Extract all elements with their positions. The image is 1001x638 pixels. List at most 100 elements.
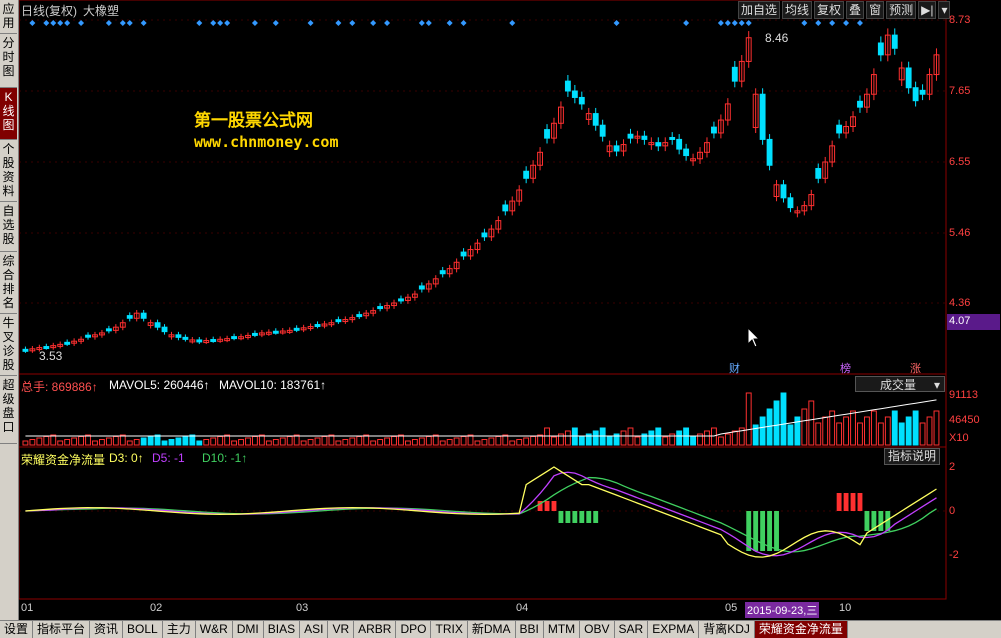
price-tick-3: 6.55 (949, 156, 971, 168)
toolbar-btn-5[interactable]: 预测 (886, 1, 917, 19)
marker-bang[interactable]: 榜 (838, 360, 853, 376)
diamond-marker-34 (815, 20, 822, 26)
chart-svg[interactable] (19, 0, 947, 620)
candle-72 (523, 170, 530, 179)
volume-bar-58 (425, 436, 432, 446)
side-tab-6[interactable]: 牛叉诊股 (0, 314, 17, 376)
bottom-tab-8[interactable]: ASI (300, 621, 329, 638)
volume-bar-22 (175, 437, 182, 446)
bottom-tab-10[interactable]: ARBR (354, 621, 397, 638)
toolbar-btn-0[interactable]: 加自选 (738, 1, 781, 19)
x-date-4: 05 (725, 602, 738, 614)
volume-bar-12 (105, 437, 112, 446)
indicator-bar-75 (544, 501, 550, 511)
indicator-bar-77 (558, 511, 564, 523)
side-tab-2[interactable]: K线图 (0, 88, 17, 140)
candle-63 (460, 251, 467, 257)
volume-bar-115 (822, 416, 829, 446)
diamond-marker-19 (370, 20, 377, 26)
volume-bar-35 (265, 440, 272, 446)
bottom-tab-7[interactable]: BIAS (264, 621, 301, 638)
toolbar-btn-2[interactable]: 复权 (814, 1, 845, 19)
volume-bar-53 (391, 436, 397, 446)
diamond-marker-1 (43, 20, 50, 26)
toolbar-btn-1[interactable]: 均线 (782, 1, 813, 19)
watermark-url: www.chnmoney.com (194, 133, 339, 151)
bottom-tab-14[interactable]: BBI (516, 621, 544, 638)
candle-129 (919, 89, 926, 95)
volume-bar-127 (905, 416, 912, 446)
candle-127 (905, 67, 912, 89)
bottom-tab-11[interactable]: DPO (396, 621, 432, 638)
candle-110 (787, 197, 794, 209)
diamond-marker-24 (460, 20, 467, 26)
side-tab-1[interactable]: 分时图 (0, 34, 17, 88)
bottom-tab-16[interactable]: OBV (580, 621, 615, 638)
volume-bar-17 (140, 437, 147, 446)
indicator-bar-118 (843, 493, 849, 511)
diamond-marker-36 (843, 20, 850, 26)
indicator-help-button[interactable]: 指标说明 (884, 448, 941, 465)
bottom-tab-13[interactable]: 新DMA (468, 621, 516, 638)
volume-indicator-select[interactable]: 成交量 ▾ (855, 376, 945, 392)
bottom-tab-18[interactable]: EXPMA (648, 621, 700, 638)
bottom-tab-15[interactable]: MTM (544, 621, 581, 638)
volume-bar-92 (662, 436, 669, 446)
volume-bar-52 (384, 437, 391, 446)
volume-bar-122 (870, 410, 877, 446)
bottom-tab-0[interactable]: 设置 (0, 621, 34, 638)
marker-zhang[interactable]: 涨 (908, 360, 923, 376)
candle-91 (655, 142, 662, 147)
candle-60 (439, 270, 446, 275)
candle-0 (22, 348, 29, 352)
volume-bar-48 (356, 436, 363, 446)
diamond-marker-31 (738, 20, 745, 26)
side-tab-3[interactable]: 个股资料 (0, 140, 17, 202)
volume-bar-109 (780, 392, 787, 446)
diamond-marker-14 (251, 20, 258, 26)
bottom-tab-9[interactable]: VR (328, 621, 355, 638)
bottom-tab-1[interactable]: 指标平台 (33, 621, 91, 638)
bottom-tab-4[interactable]: 主力 (163, 621, 196, 638)
candle-15 (126, 315, 133, 319)
diamond-marker-25 (509, 20, 516, 26)
bottom-tab-5[interactable]: W&R (196, 621, 233, 638)
toolbar-btn-3[interactable]: 叠 (846, 1, 865, 19)
toolbar-btn-4[interactable]: 窗 (866, 1, 885, 19)
volume-bar-27 (210, 437, 217, 446)
side-tab-4[interactable]: 自选股 (0, 202, 17, 252)
indicator-bar-79 (572, 511, 578, 523)
top-toolbar: 加自选 均线 复权叠窗预测 ▶| ▾ (738, 1, 951, 19)
candle-22 (175, 334, 182, 338)
price-current: 4.07 (949, 315, 971, 327)
indicator-bar-82 (593, 511, 599, 523)
candle-51 (377, 306, 384, 310)
bottom-tab-17[interactable]: SAR (615, 621, 649, 638)
bottom-tab-19[interactable]: 背离KDJ (699, 621, 755, 638)
bottom-tab-2[interactable]: 资讯 (90, 621, 124, 638)
x-date-5: 10 (839, 602, 852, 614)
bottom-tab-3[interactable]: BOLL (123, 621, 163, 638)
volume-bar-128 (912, 410, 919, 446)
indicator-bar-119 (850, 493, 856, 511)
volume-bar-15 (126, 440, 133, 446)
bottom-tab-6[interactable]: DMI (233, 621, 264, 638)
marker-cai[interactable]: 财 (727, 360, 742, 376)
volume-axis-top: 91113 (949, 389, 978, 401)
toolbar-btn-6[interactable]: ▶| (918, 1, 937, 19)
volume-bar-42 (314, 437, 321, 446)
side-tab-5[interactable]: 综合排名 (0, 252, 17, 314)
volume-bar-1 (29, 439, 36, 446)
price-tick-5: 4.36 (949, 297, 971, 309)
chart-area[interactable]: 日线(复权) 大橡塑 第一股票公式网 www.chnmoney.com 财 榜 … (19, 0, 947, 620)
volume-bar-102 (731, 430, 738, 446)
bottom-tab-20[interactable]: 荣耀资金净流量 (754, 621, 848, 638)
volume-bar-46 (342, 439, 349, 446)
candle-87 (627, 133, 634, 139)
diamond-marker-28 (717, 20, 724, 26)
candle-120 (857, 100, 863, 108)
side-tab-0[interactable]: 应用 (0, 0, 17, 34)
diamond-marker-32 (745, 20, 752, 26)
side-tab-7[interactable]: 超级盘口 (0, 376, 17, 444)
bottom-tab-12[interactable]: TRIX (431, 621, 468, 638)
